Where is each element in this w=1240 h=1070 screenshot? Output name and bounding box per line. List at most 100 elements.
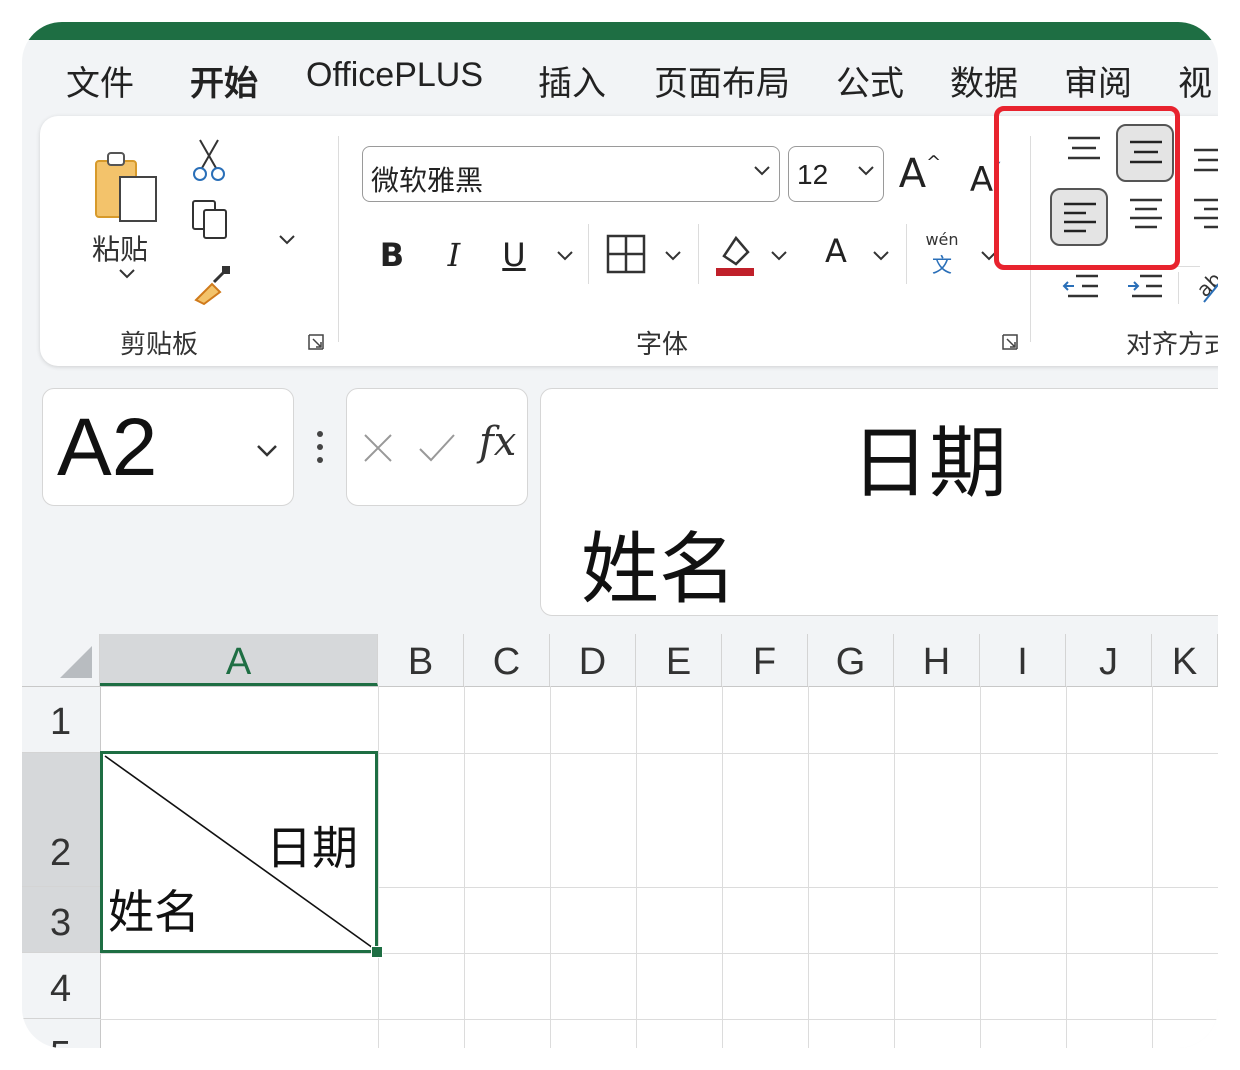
formula-line-1: 日期 <box>851 419 1008 509</box>
clipboard-launcher-icon[interactable] <box>308 334 324 350</box>
column-header-b[interactable]: B <box>378 634 464 686</box>
divider <box>100 1019 1218 1020</box>
tab-formulas[interactable]: 公式 <box>836 56 904 105</box>
divider <box>550 686 551 1048</box>
spreadsheet-grid[interactable]: A B C D E F G H I J K 1 2 3 4 5 <box>22 634 1218 1048</box>
row-header-5[interactable]: 5 <box>22 1019 100 1048</box>
app-window: 文件 开始 OfficePLUS 插入 页面布局 公式 数据 审阅 视 粘贴 剪… <box>22 22 1218 1048</box>
svg-text:ab: ab <box>1192 267 1218 302</box>
tab-review[interactable]: 审阅 <box>1064 56 1132 105</box>
grow-font-icon: A <box>898 151 927 197</box>
divider <box>1152 686 1153 1048</box>
borders-dropdown-icon[interactable] <box>664 250 682 262</box>
align-right-icon[interactable] <box>1190 196 1218 232</box>
orientation-icon[interactable]: ab <box>1190 264 1218 304</box>
column-header-c[interactable]: C <box>464 634 550 686</box>
divider <box>464 686 465 1048</box>
column-header-i[interactable]: I <box>980 634 1066 686</box>
fill-color-dropdown-icon[interactable] <box>770 250 788 262</box>
more-options-icon[interactable] <box>316 430 324 464</box>
divider <box>906 224 907 284</box>
tab-page-layout[interactable]: 页面布局 <box>654 56 790 105</box>
column-header-k[interactable]: K <box>1152 634 1218 686</box>
font-launcher-icon[interactable] <box>1002 334 1018 350</box>
title-bar <box>22 22 1218 40</box>
divider <box>588 224 589 284</box>
divider <box>378 686 379 1048</box>
column-header-d[interactable]: D <box>550 634 636 686</box>
confirm-icon[interactable] <box>417 431 457 465</box>
cell-a2-date-text: 日期 <box>266 821 358 875</box>
cell-a2-name-text: 姓名 <box>108 885 200 939</box>
formula-line-2: 姓名 <box>581 525 738 615</box>
divider <box>100 953 1218 954</box>
divider <box>894 686 895 1048</box>
phonetic-pinyin: wén <box>925 230 959 249</box>
paste-button[interactable] <box>88 138 164 234</box>
tab-insert[interactable]: 插入 <box>538 56 606 105</box>
shrink-font-icon: A <box>969 160 994 200</box>
formula-controls: fx <box>346 388 528 506</box>
align-bottom-icon[interactable] <box>1190 146 1218 176</box>
underline-button[interactable]: U <box>496 232 532 278</box>
tab-officeplus[interactable]: OfficePLUS <box>306 56 483 95</box>
tab-home[interactable]: 开始 <box>190 56 258 105</box>
paste-icon <box>95 152 157 222</box>
insert-function-button[interactable]: fx <box>479 419 516 465</box>
format-painter-icon[interactable] <box>190 262 234 306</box>
phonetic-guide-button[interactable]: wén 文 <box>920 230 964 280</box>
row-header-4[interactable]: 4 <box>22 953 100 1019</box>
divider <box>698 224 699 284</box>
chevron-down-icon <box>754 166 770 176</box>
phonetic-char: 文 <box>932 253 952 277</box>
row-header-2[interactable]: 2 <box>22 753 100 887</box>
row-header-1[interactable]: 1 <box>22 687 100 753</box>
copy-icon[interactable] <box>190 198 232 242</box>
divider <box>808 686 809 1048</box>
select-all-corner[interactable] <box>22 634 100 686</box>
fill-handle[interactable] <box>371 946 383 958</box>
clipboard-group-label: 剪贴板 <box>120 330 199 360</box>
column-header-h[interactable]: H <box>894 634 980 686</box>
divider <box>722 686 723 1048</box>
fill-color-icon[interactable] <box>714 230 756 278</box>
bold-button[interactable]: B <box>374 232 410 278</box>
divider <box>1066 686 1067 1048</box>
increase-indent-icon[interactable] <box>1126 270 1166 302</box>
divider <box>980 686 981 1048</box>
font-size-select[interactable]: 12 <box>788 146 884 202</box>
row-header-3[interactable]: 3 <box>22 887 100 953</box>
italic-button[interactable]: I <box>436 232 472 278</box>
font-color-dropdown-icon[interactable] <box>872 250 890 262</box>
underline-dropdown-icon[interactable] <box>556 250 574 262</box>
tab-view[interactable]: 视 <box>1178 56 1212 105</box>
font-name-select[interactable]: 微软雅黑 <box>362 146 780 202</box>
font-group-label: 字体 <box>636 330 689 360</box>
copy-dropdown-icon[interactable] <box>278 234 296 246</box>
column-header-g[interactable]: G <box>808 634 894 686</box>
alignment-highlight-box <box>994 106 1180 270</box>
alignment-group-label: 对齐方式 <box>1126 330 1218 360</box>
borders-icon[interactable] <box>606 234 646 274</box>
formula-bar-input[interactable]: 日期 姓名 <box>540 388 1218 616</box>
paste-dropdown-icon[interactable] <box>118 268 136 280</box>
tab-file[interactable]: 文件 <box>66 56 134 105</box>
column-header-f[interactable]: F <box>722 634 808 686</box>
font-color-button[interactable]: A <box>818 228 854 274</box>
cut-icon[interactable] <box>192 138 226 182</box>
tab-data[interactable]: 数据 <box>950 56 1018 105</box>
cancel-icon[interactable] <box>361 431 395 465</box>
divider <box>338 136 339 342</box>
column-header-j[interactable]: J <box>1066 634 1152 686</box>
chevron-down-icon[interactable] <box>255 443 279 459</box>
decrease-indent-icon[interactable] <box>1062 270 1102 302</box>
name-box-value: A2 <box>57 402 158 493</box>
divider <box>636 686 637 1048</box>
name-box[interactable]: A2 <box>42 388 294 506</box>
select-all-icon <box>60 646 92 678</box>
divider <box>22 686 1218 687</box>
font-name-value: 微软雅黑 <box>371 164 484 197</box>
column-header-a[interactable]: A <box>100 634 378 686</box>
increase-font-size-button[interactable]: A ^ <box>898 146 942 202</box>
column-header-e[interactable]: E <box>636 634 722 686</box>
